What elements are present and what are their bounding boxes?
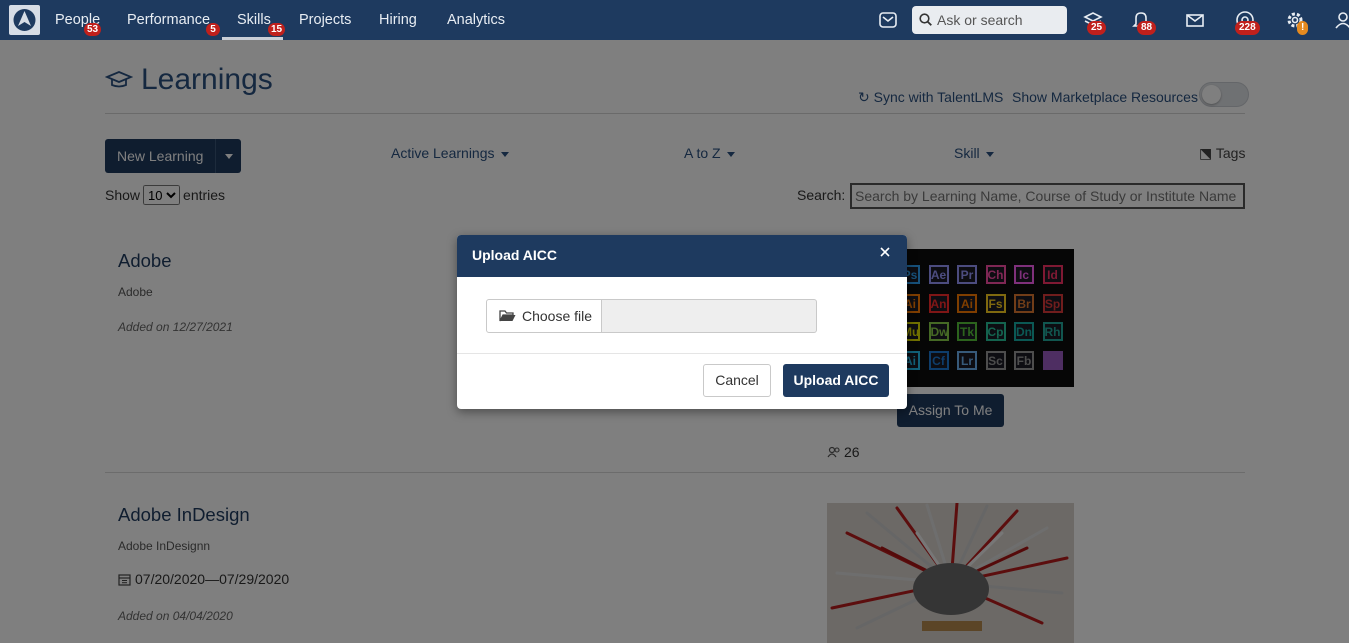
folder-open-icon bbox=[499, 310, 516, 322]
nav-skills-badge: 15 bbox=[268, 23, 286, 36]
learning-badge: 25 bbox=[1087, 21, 1107, 35]
nav-analytics-label: Analytics bbox=[447, 12, 506, 28]
mail-icon[interactable] bbox=[1184, 9, 1206, 31]
nav-skills-label: Skills bbox=[237, 12, 271, 28]
dialog-header: Upload AICC bbox=[457, 235, 907, 277]
global-search[interactable]: Ask or search bbox=[912, 6, 1067, 34]
nav-performance-label: Performance bbox=[127, 12, 211, 28]
file-name-field[interactable] bbox=[602, 299, 817, 333]
cancel-button[interactable]: Cancel bbox=[703, 364, 771, 397]
nav-projects-label: Projects bbox=[299, 12, 352, 28]
dialog-divider bbox=[457, 353, 907, 354]
nav-people-badge: 53 bbox=[84, 23, 102, 36]
nav-performance[interactable]: Performance bbox=[127, 0, 210, 40]
nav-projects[interactable]: Projects bbox=[299, 0, 351, 40]
nav-hiring-label: Hiring bbox=[379, 12, 417, 28]
settings-badge: ! bbox=[1297, 21, 1309, 35]
top-navbar: People 53 Performance 5 Skills 15 Projec… bbox=[0, 0, 1349, 40]
nav-analytics[interactable]: Analytics bbox=[447, 0, 505, 40]
dialog-title: Upload AICC bbox=[472, 247, 558, 263]
close-icon[interactable] bbox=[879, 245, 891, 257]
inbox-tray-icon[interactable] bbox=[877, 9, 899, 31]
notifications-badge: 88 bbox=[1137, 21, 1157, 35]
nav-hiring[interactable]: Hiring bbox=[379, 0, 417, 40]
logo-icon bbox=[13, 9, 36, 31]
nav-performance-badge: 5 bbox=[206, 23, 220, 36]
choose-file-label: Choose file bbox=[522, 308, 593, 324]
app-logo[interactable] bbox=[9, 5, 40, 35]
user-icon[interactable] bbox=[1333, 9, 1349, 31]
search-icon bbox=[919, 13, 932, 26]
choose-file-button[interactable]: Choose file bbox=[486, 299, 602, 333]
upload-aicc-dialog: Upload AICC Choose file Cancel Upload AI… bbox=[457, 235, 907, 409]
global-search-placeholder: Ask or search bbox=[937, 12, 1023, 28]
upload-aicc-button[interactable]: Upload AICC bbox=[783, 364, 889, 397]
help-badge: 228 bbox=[1235, 21, 1260, 35]
